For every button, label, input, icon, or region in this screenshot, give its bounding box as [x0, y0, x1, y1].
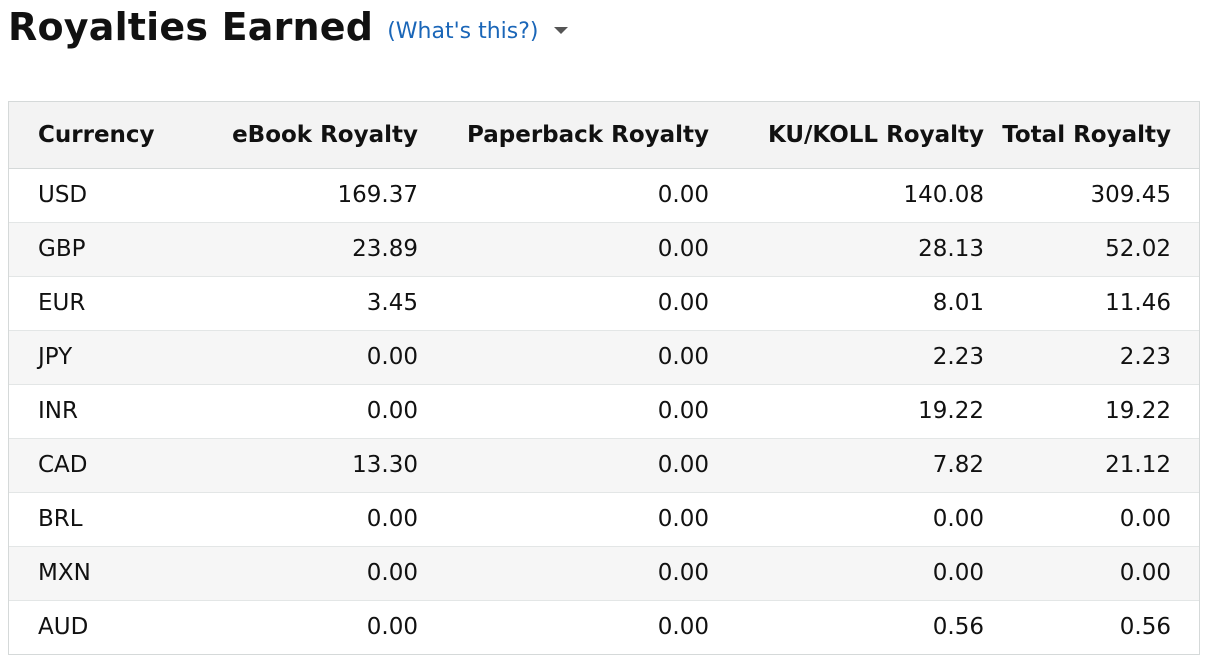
table-row: USD 169.37 0.00 140.08 309.45 [9, 168, 1199, 222]
column-header-paperback-royalty: Paperback Royalty [418, 102, 710, 169]
cell-paperback-royalty: 0.00 [418, 329, 710, 384]
cell-ku-koll-royalty: 2.23 [710, 329, 985, 384]
cell-ku-koll-royalty: 0.56 [710, 599, 985, 654]
cell-ebook-royalty: 0.00 [199, 599, 418, 654]
royalties-table-container: Currency eBook Royalty Paperback Royalty… [8, 101, 1200, 655]
cell-currency: BRL [9, 491, 199, 546]
table-row: CAD 13.30 0.00 7.82 21.12 [9, 437, 1199, 492]
cell-paperback-royalty: 0.00 [418, 437, 710, 492]
cell-ebook-royalty: 0.00 [199, 329, 418, 384]
table-row: JPY 0.00 0.00 2.23 2.23 [9, 329, 1199, 384]
cell-currency: EUR [9, 275, 199, 330]
column-header-total-royalty: Total Royalty [985, 102, 1199, 169]
cell-ku-koll-royalty: 140.08 [903, 182, 984, 208]
cell-paperback-royalty: 0.00 [418, 383, 710, 438]
cell-total-royalty: 52.02 [985, 221, 1199, 276]
cell-ku-koll-royalty: 19.22 [710, 383, 985, 438]
cell-currency: INR [9, 383, 199, 438]
cell-ku-koll-royalty: 28.13 [710, 221, 985, 276]
cell-total-royalty: 2.23 [985, 329, 1199, 384]
cell-ebook-royalty: 0.00 [199, 383, 418, 438]
cell-currency: AUD [9, 599, 199, 654]
cell-paperback-royalty: 0.00 [418, 545, 710, 600]
column-header-currency: Currency [9, 102, 199, 169]
cell-paperback-royalty: 0.00 [657, 182, 709, 208]
cell-ebook-royalty: 23.89 [199, 221, 418, 276]
cell-total-royalty: 0.00 [985, 491, 1199, 546]
cell-paperback-royalty: 0.00 [418, 275, 710, 330]
cell-currency: GBP [9, 221, 199, 276]
cell-total-royalty: 0.00 [985, 545, 1199, 600]
cell-ebook-royalty: 13.30 [199, 437, 418, 492]
caret-down-icon[interactable] [554, 26, 569, 34]
cell-ku-koll-royalty: 0.00 [710, 491, 985, 546]
table-row: MXN 0.00 0.00 0.00 0.00 [9, 545, 1199, 600]
cell-paperback-royalty: 0.00 [418, 491, 710, 546]
cell-ebook-royalty: 169.37 [337, 182, 418, 208]
table-row: INR 0.00 0.00 19.22 19.22 [9, 383, 1199, 438]
column-header-ebook-royalty: eBook Royalty [199, 102, 418, 169]
table-row: AUD 0.00 0.00 0.56 0.56 [9, 599, 1199, 654]
table-header-row: Currency eBook Royalty Paperback Royalty… [9, 102, 1199, 169]
cell-total-royalty: 11.46 [985, 275, 1199, 330]
column-header-ku-koll-royalty: KU/KOLL Royalty [710, 102, 985, 169]
cell-ebook-royalty: 0.00 [199, 491, 418, 546]
cell-paperback-royalty: 0.00 [418, 599, 710, 654]
cell-ku-koll-royalty: 8.01 [710, 275, 985, 330]
cell-ku-koll-royalty: 7.82 [710, 437, 985, 492]
cell-currency: USD [38, 182, 88, 208]
page-title: Royalties Earned [8, 5, 374, 49]
table-row: EUR 3.45 0.00 8.01 11.46 [9, 275, 1199, 330]
cell-total-royalty: 0.56 [985, 599, 1199, 654]
cell-total-royalty: 309.45 [1090, 182, 1171, 208]
whats-this-link[interactable]: (What's this?) [387, 11, 538, 44]
cell-total-royalty: 21.12 [985, 437, 1199, 492]
cell-ku-koll-royalty: 0.00 [710, 545, 985, 600]
cell-ebook-royalty: 3.45 [199, 275, 418, 330]
cell-total-royalty: 19.22 [985, 383, 1199, 438]
page-header: Royalties Earned (What's this?) [8, 2, 569, 52]
cell-currency: MXN [9, 545, 199, 600]
cell-currency: CAD [9, 437, 199, 492]
table-row: BRL 0.00 0.00 0.00 0.00 [9, 491, 1199, 546]
cell-ebook-royalty: 0.00 [199, 545, 418, 600]
cell-paperback-royalty: 0.00 [418, 221, 710, 276]
royalties-table: Currency eBook Royalty Paperback Royalty… [9, 102, 1199, 654]
cell-currency: JPY [9, 329, 199, 384]
table-row: GBP 23.89 0.00 28.13 52.02 [9, 221, 1199, 276]
